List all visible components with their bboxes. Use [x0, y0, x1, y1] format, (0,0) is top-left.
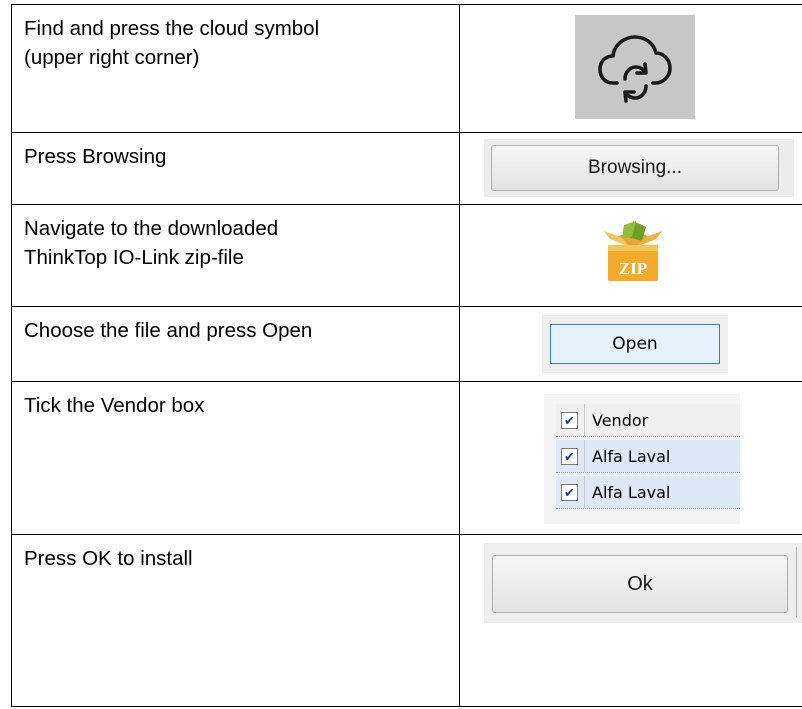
instruction-table: Find and press the cloud symbol (upper r… — [11, 4, 802, 707]
ok-button[interactable]: Ok — [492, 555, 788, 613]
vendor-header-row: ✔ Vendor — [556, 404, 740, 437]
ok-button-area: Ok — [484, 543, 802, 623]
step-text: Navigate to the downloaded ThinkTop IO-L… — [24, 217, 279, 269]
browsing-button[interactable]: Browsing... — [491, 145, 779, 191]
vendor-header-checkbox[interactable]: ✔ — [561, 411, 578, 429]
step-text: Press OK to install — [24, 547, 193, 570]
zip-label: ZIP — [619, 259, 647, 278]
step-text: Press Browsing — [24, 145, 167, 168]
step-row-vendor: Tick the Vendor box ✔ Vendor ✔ Alfa Lava… — [11, 381, 802, 535]
vendor-list: ✔ Vendor ✔ Alfa Laval ✔ Alfa Laval — [544, 394, 740, 524]
vendor-item-row: ✔ Alfa Laval — [556, 476, 740, 509]
vendor-item-label: Alfa Laval — [592, 446, 671, 466]
vendor-header-label: Vendor — [592, 410, 649, 430]
browse-button-area: Browsing... — [484, 139, 794, 197]
open-button[interactable]: Open — [550, 324, 720, 364]
vendor-item-checkbox[interactable]: ✔ — [561, 447, 578, 465]
step-text: Tick the Vendor box — [24, 394, 205, 417]
step-text: Choose the file and press Open — [24, 319, 313, 342]
vendor-item-checkbox[interactable]: ✔ — [561, 483, 578, 501]
step-row-browse: Press Browsing Browsing... — [11, 132, 802, 205]
step-row-cloud: Find and press the cloud symbol (upper r… — [11, 4, 802, 133]
vendor-item-label: Alfa Laval — [592, 482, 671, 502]
step-text: Find and press the cloud symbol (upper r… — [24, 17, 320, 69]
vendor-item-row: ✔ Alfa Laval — [556, 440, 740, 473]
step-row-zip: Navigate to the downloaded ThinkTop IO-L… — [11, 204, 802, 307]
open-button-area: Open — [542, 315, 728, 373]
step-row-open: Choose the file and press Open Open — [11, 306, 802, 382]
cloud-sync-button[interactable] — [575, 15, 695, 119]
zip-archive-icon: ZIP — [604, 221, 662, 281]
cloud-sync-icon — [598, 35, 672, 103]
divider — [796, 547, 797, 617]
step-row-ok: Press OK to install Ok — [11, 534, 802, 707]
